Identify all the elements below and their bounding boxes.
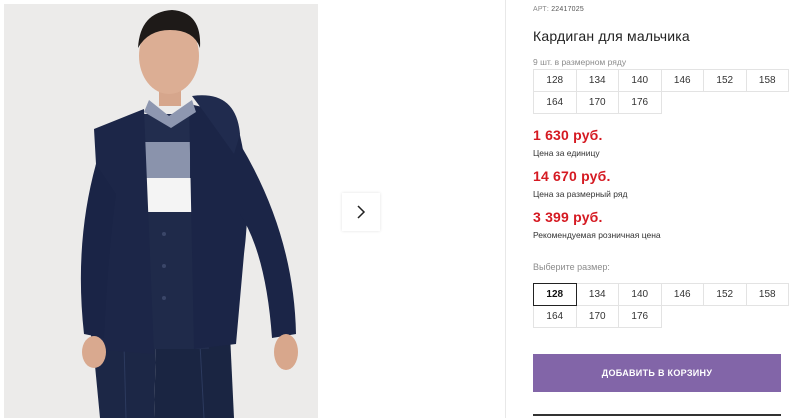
product-title: Кардиган для мальчика [533,28,690,44]
boy-in-cardigan-image [4,4,318,418]
size-row-cell: 176 [618,91,662,114]
size-option-140[interactable]: 140 [618,283,662,306]
size-row-cell: 164 [533,91,577,114]
unit-price-label: Цена за единицу [533,148,600,158]
add-to-cart-button[interactable]: ДОБАВИТЬ В КОРЗИНУ [533,354,781,392]
article-value: 22417025 [551,6,584,13]
size-row-cell: 140 [618,69,662,92]
size-row-cell: 146 [660,69,704,92]
unit-price: 1 630 руб. [533,127,603,143]
retail-price-label: Рекомендуемая розничная цена [533,230,661,240]
row-price-label: Цена за размерный ряд [533,189,628,199]
size-row-cell: 158 [745,69,789,92]
size-row-cell: 128 [533,69,577,92]
size-option-170[interactable]: 170 [575,305,619,328]
size-row-cell: 152 [703,69,747,92]
size-option-152[interactable]: 152 [703,283,747,306]
article-label: АРТ: [533,6,550,13]
size-option-158[interactable]: 158 [745,283,789,306]
article-number: АРТ: 22417025 [533,6,584,13]
size-row-grid: 128 134 140 146 152 158 164 170 176 [533,69,789,114]
product-gallery [0,0,506,418]
product-photo [4,4,318,418]
chevron-right-icon [357,205,366,219]
gallery-divider [505,0,506,418]
size-row-cell: 170 [575,91,619,114]
size-option-176[interactable]: 176 [618,305,662,328]
size-option-128[interactable]: 128 [533,283,577,306]
row-price: 14 670 руб. [533,168,611,184]
next-section-border [533,414,781,418]
size-option-164[interactable]: 164 [533,305,577,328]
size-option-134[interactable]: 134 [575,283,619,306]
size-option-146[interactable]: 146 [660,283,704,306]
retail-price: 3 399 руб. [533,209,603,225]
size-selector: 128 134 140 146 152 158 164 170 176 [533,283,789,328]
size-row-cell: 134 [575,69,619,92]
gallery-next-button[interactable] [342,193,380,231]
size-row-note: 9 шт. в размерном ряду [533,57,627,67]
choose-size-label: Выберите размер: [533,262,610,272]
